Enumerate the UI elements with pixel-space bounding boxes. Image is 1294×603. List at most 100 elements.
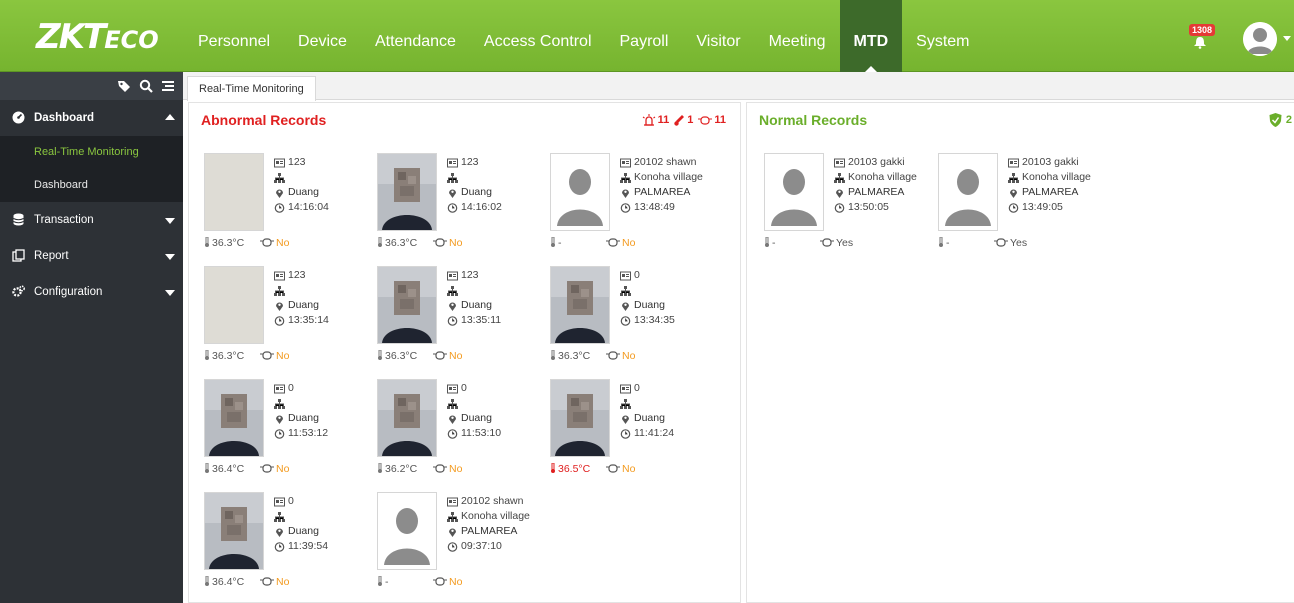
- record-card[interactable]: 123 Duang 14:16:02 36.3°C No: [377, 153, 551, 263]
- record-temperature: 36.3°C: [204, 235, 260, 251]
- record-card[interactable]: 20102 shawn Konoha village PALMAREA 13:48:4…: [550, 153, 724, 263]
- record-card[interactable]: 20102 shawn Konoha village PALMAREA 09:37:1…: [377, 492, 551, 602]
- record-photo[interactable]: [377, 153, 437, 231]
- record-card[interactable]: 0 Duang 13:34:35 36.3°C No: [550, 266, 724, 376]
- record-area: Duang: [288, 525, 319, 537]
- map-marker-icon: [622, 189, 629, 198]
- record-photo[interactable]: [938, 153, 998, 231]
- record-photo[interactable]: [377, 492, 437, 570]
- thermometer-icon: [765, 237, 769, 247]
- record-card[interactable]: 123 Duang 13:35:14 36.3°C No: [204, 266, 378, 376]
- sidebar-subitem-real-time-monitoring[interactable]: Real-Time Monitoring: [0, 136, 183, 169]
- record-mask-status: No: [433, 576, 462, 588]
- org-chart-icon: [447, 285, 458, 296]
- nav-meeting[interactable]: Meeting: [755, 0, 840, 72]
- sidebar-item-label: Dashboard: [34, 112, 95, 124]
- id-card-icon: [834, 158, 845, 167]
- clock-icon: [620, 315, 631, 326]
- record-card[interactable]: 0 Duang 11:53:12 36.4°C No: [204, 379, 378, 489]
- record-photo[interactable]: [550, 153, 610, 231]
- alarm-icon: [642, 114, 655, 126]
- map-marker-icon: [276, 189, 283, 198]
- record-photo[interactable]: [204, 266, 264, 344]
- user-avatar[interactable]: [1243, 22, 1277, 56]
- mask-icon: [260, 464, 274, 473]
- thermometer-icon: [939, 237, 943, 247]
- mask-icon: [260, 238, 274, 247]
- nav-device[interactable]: Device: [284, 0, 361, 72]
- nav-attendance[interactable]: Attendance: [361, 0, 470, 72]
- top-bar: ZKTECO Personnel Device Attendance Access C…: [0, 0, 1294, 73]
- sidebar-subitem-dashboard[interactable]: Dashboard: [0, 169, 183, 202]
- record-status: - Yes: [764, 235, 938, 251]
- record-photo[interactable]: [550, 266, 610, 344]
- org-chart-icon: [447, 172, 458, 183]
- sidebar-item-dashboard[interactable]: Dashboard: [0, 100, 183, 136]
- list-collapse-icon[interactable]: [161, 79, 175, 93]
- zkteco-logo[interactable]: ZKTECO: [36, 17, 159, 57]
- normal-count: 2: [1285, 114, 1292, 126]
- record-time: 11:53:12: [288, 427, 329, 439]
- record-person-id: 123: [288, 269, 306, 281]
- record-temperature: -: [377, 574, 433, 590]
- thermometer-icon: [551, 350, 555, 360]
- record-mask-status: No: [606, 350, 635, 362]
- clock-icon: [274, 315, 285, 326]
- record-status: 36.4°C No: [204, 574, 378, 590]
- record-area: Duang: [461, 186, 492, 198]
- nav-personnel[interactable]: Personnel: [184, 0, 284, 72]
- record-photo[interactable]: [204, 492, 264, 570]
- nav-visitor[interactable]: Visitor: [682, 0, 754, 72]
- record-card[interactable]: 0 Duang 11:53:10 36.2°C No: [377, 379, 551, 489]
- record-department: Konoha village: [848, 171, 917, 183]
- record-photo[interactable]: [764, 153, 824, 231]
- record-photo[interactable]: [204, 379, 264, 457]
- record-time: 11:39:54: [288, 540, 329, 552]
- thermometer-icon: [205, 237, 209, 247]
- nav-payroll[interactable]: Payroll: [606, 0, 683, 72]
- thermometer-icon: [378, 463, 382, 473]
- tag-icon[interactable]: [117, 79, 131, 93]
- org-chart-icon: [620, 172, 631, 183]
- search-icon[interactable]: [139, 79, 153, 93]
- record-temperature: -: [550, 235, 606, 251]
- record-card[interactable]: 123 Duang 14:16:04 36.3°C No: [204, 153, 378, 263]
- map-marker-icon: [622, 415, 629, 424]
- notification-bell[interactable]: 1308: [1189, 24, 1216, 54]
- record-photo[interactable]: [377, 379, 437, 457]
- id-card-icon: [447, 271, 458, 280]
- sidebar-item-configuration[interactable]: Configuration: [0, 274, 183, 310]
- record-temperature: 36.3°C: [550, 348, 606, 364]
- record-area: PALMAREA: [1022, 186, 1079, 198]
- nav-mtd[interactable]: MTD: [839, 0, 903, 73]
- record-status: 36.3°C No: [377, 348, 551, 364]
- record-temperature: -: [938, 235, 994, 251]
- mask-icon: [994, 238, 1008, 247]
- sidebar-item-label: Configuration: [34, 286, 103, 298]
- record-photo[interactable]: [204, 153, 264, 231]
- person-silhouette-icon: [939, 154, 997, 230]
- sidebar-item-transaction[interactable]: Transaction: [0, 202, 183, 238]
- record-time: 13:35:14: [288, 314, 329, 326]
- thermometer-icon: [551, 237, 555, 247]
- user-menu-caret-icon[interactable]: [1283, 36, 1291, 41]
- record-card[interactable]: 123 Duang 13:35:11 36.3°C No: [377, 266, 551, 376]
- record-card[interactable]: 20103 gakki Konoha village PALMAREA 13:50:0…: [764, 153, 938, 263]
- record-person-id: 0: [288, 495, 294, 507]
- record-photo[interactable]: [550, 379, 610, 457]
- record-card[interactable]: 20103 gakki Konoha village PALMAREA 13:49:0…: [938, 153, 1112, 263]
- dashboard-icon: [12, 111, 25, 124]
- sidebar-item-report[interactable]: Report: [0, 238, 183, 274]
- nav-system[interactable]: System: [902, 0, 983, 72]
- record-photo[interactable]: [377, 266, 437, 344]
- record-area: PALMAREA: [634, 186, 691, 198]
- mask-icon: [698, 115, 713, 125]
- record-card[interactable]: 0 Duang 11:41:24 36.5°C No: [550, 379, 724, 489]
- face-snapshot: [378, 380, 436, 456]
- nav-access-control[interactable]: Access Control: [470, 0, 606, 72]
- record-card[interactable]: 0 Duang 11:39:54 36.4°C No: [204, 492, 378, 602]
- abnormal-records-title: Abnormal Records: [201, 112, 327, 128]
- record-mask-status: Yes: [994, 237, 1027, 249]
- clock-icon: [447, 202, 458, 213]
- tab-real-time-monitoring[interactable]: Real-Time Monitoring: [187, 76, 316, 101]
